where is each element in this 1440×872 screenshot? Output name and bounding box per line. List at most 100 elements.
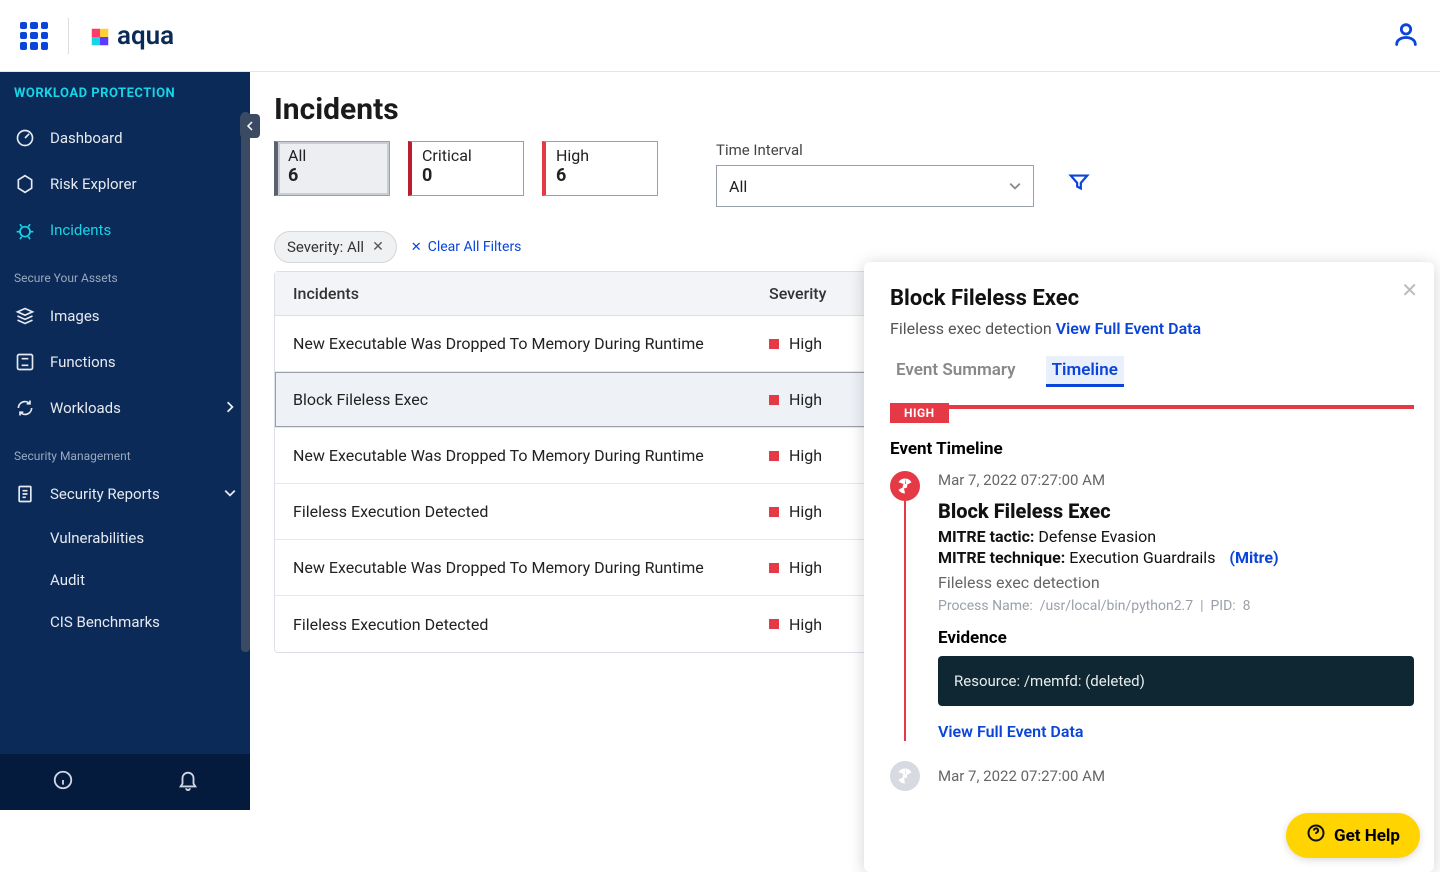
timeline-rail [890,471,920,741]
brand-logo[interactable]: aqua [89,21,174,51]
radiation-icon [890,471,920,501]
cell-incident-name: Block Fileless Exec [275,390,751,409]
sidebar-scrollbar[interactable] [241,72,250,810]
help-label: Get Help [1334,826,1400,846]
view-full-event-link[interactable]: View Full Event Data [938,722,1414,741]
tab-timeline[interactable]: Timeline [1046,356,1124,387]
view-full-event-link[interactable]: View Full Event Data [1056,319,1201,338]
mitre-link[interactable]: (Mitre) [1229,548,1278,567]
brand-name: aqua [117,21,174,51]
sidebar-item-incidents[interactable]: Incidents [0,207,250,253]
cell-incident-name: New Executable Was Dropped To Memory Dur… [275,334,751,353]
chevron-right-icon [224,399,236,417]
severity-dot-icon [769,563,779,573]
clear-label: Clear All Filters [428,239,522,255]
sidebar-footer [0,754,250,810]
cell-incident-name: New Executable Was Dropped To Memory Dur… [275,446,751,465]
section-title: WORKLOAD PROTECTION [0,86,250,115]
cell-incident-name: New Executable Was Dropped To Memory Dur… [275,558,751,577]
severity-badge: HIGH [890,403,949,423]
sidebar-item-workloads[interactable]: Workloads [0,385,250,431]
radiation-icon [890,761,920,791]
stack-icon [14,305,36,327]
topbar: aqua [0,0,1440,72]
event-description: Fileless exec detection [938,573,1414,592]
sidebar-subitem-audit[interactable]: Audit [0,559,250,601]
logo-mark-icon [89,25,111,47]
event-title: Block Fileless Exec [938,499,1414,523]
incident-detail-panel: ✕ Block Fileless Exec Fileless exec dete… [864,262,1434,872]
tab-event-summary[interactable]: Event Summary [890,356,1022,387]
severity-card-high[interactable]: High 6 [542,141,658,196]
severity-dot-icon [769,339,779,349]
column-incidents[interactable]: Incidents [275,284,751,303]
event-meta: Process Name: /usr/local/bin/python2.7 |… [938,598,1414,614]
mitre-tactic: MITRE tactic: Defense Evasion [938,527,1414,546]
nav-label: Risk Explorer [50,175,137,193]
divider [68,18,69,54]
sidebar-item-images[interactable]: Images [0,293,250,339]
panel-title: Block Fileless Exec [890,286,1414,311]
severity-dot-icon [769,395,779,405]
sidebar: WORKLOAD PROTECTION Dashboard Risk Explo… [0,72,250,810]
card-count: 6 [556,165,647,186]
sidebar-subitem-vulnerabilities[interactable]: Vulnerabilities [0,517,250,559]
chip-label: Severity: All [287,238,364,256]
time-interval-label: Time Interval [716,141,1034,159]
sidebar-item-security-reports[interactable]: Security Reports [0,471,250,517]
chip-remove-icon[interactable]: ✕ [372,239,384,255]
doc-icon [14,483,36,505]
nav-label: Dashboard [50,129,123,147]
nav-label: Workloads [50,399,121,417]
card-count: 0 [422,165,513,186]
clear-all-filters-button[interactable]: ✕ Clear All Filters [411,239,522,255]
severity-card-critical[interactable]: Critical 0 [408,141,524,196]
card-label: All [288,146,379,165]
info-icon[interactable] [52,769,74,795]
card-count: 6 [288,165,379,186]
bell-icon[interactable] [177,769,199,795]
apps-menu-icon[interactable] [20,22,48,50]
cell-incident-name: Fileless Execution Detected [275,615,751,634]
chevron-down-icon [224,485,236,503]
hex-icon [14,173,36,195]
user-icon[interactable] [1392,20,1420,52]
close-icon: ✕ [411,240,422,255]
filter-icon[interactable] [1068,171,1090,197]
help-icon [1306,823,1326,848]
card-label: High [556,146,647,165]
get-help-button[interactable]: Get Help [1286,813,1420,858]
loop-icon [14,397,36,419]
nav-label: Security Reports [50,485,160,503]
select-value: All [729,177,747,196]
time-interval-select[interactable]: All [716,165,1034,207]
gauge-icon [14,127,36,149]
close-icon[interactable]: ✕ [1401,278,1418,302]
severity-dot-icon [769,619,779,629]
main-content: Incidents All 6 Critical 0 High 6 Time I… [250,72,1440,810]
page-title: Incidents [274,92,1416,127]
event-timestamp: Mar 7, 2022 07:27:00 AM [938,471,1414,489]
severity-bar: HIGH [890,405,1414,409]
group-label-assets: Secure Your Assets [0,253,250,293]
sidebar-item-risk-explorer[interactable]: Risk Explorer [0,161,250,207]
event-timestamp: Mar 7, 2022 07:27:00 AM [938,767,1105,785]
card-label: Critical [422,146,513,165]
filter-chip-severity[interactable]: Severity: All ✕ [274,231,397,263]
event-timeline-title: Event Timeline [890,439,1414,459]
severity-card-all[interactable]: All 6 [274,141,390,196]
chevron-down-icon [1009,177,1021,196]
sidebar-item-functions[interactable]: Functions [0,339,250,385]
sidebar-item-dashboard[interactable]: Dashboard [0,115,250,161]
evidence-box: Resource: /memfd: (deleted) [938,656,1414,706]
nav-label: Incidents [50,221,111,239]
evidence-title: Evidence [938,628,1414,648]
sidebar-collapse-button[interactable] [240,114,260,138]
nav-label: Images [50,307,100,325]
fn-icon [14,351,36,373]
sidebar-subitem-cis-benchmarks[interactable]: CIS Benchmarks [0,601,250,643]
severity-dot-icon [769,451,779,461]
group-label-security: Security Management [0,431,250,471]
severity-dot-icon [769,507,779,517]
mitre-technique: MITRE technique: Execution Guardrails (M… [938,548,1414,567]
